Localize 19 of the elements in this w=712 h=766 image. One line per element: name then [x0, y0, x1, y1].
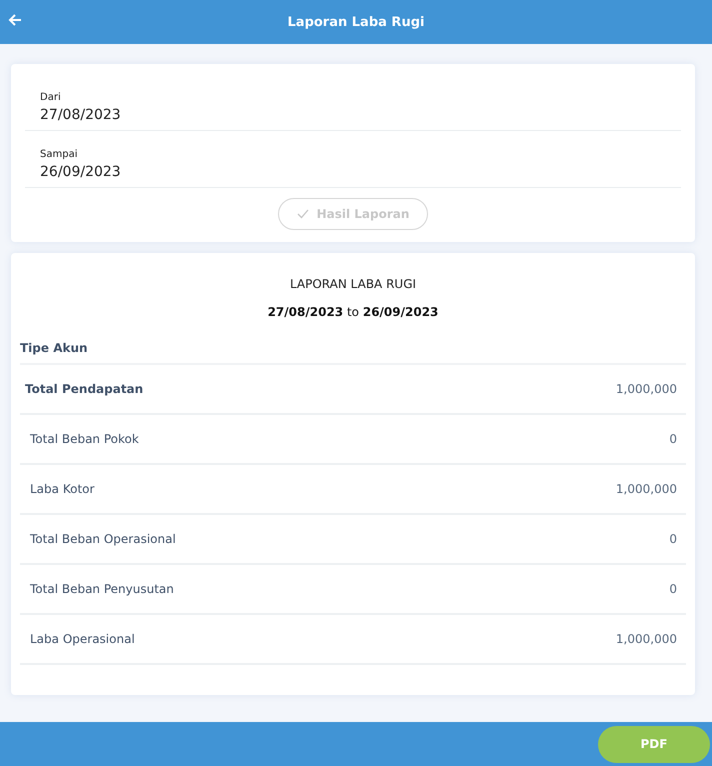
amount: 0 — [669, 532, 677, 546]
amount: 1,000,000 — [616, 382, 677, 396]
report-title: LAPORAN LABA RUGI — [288, 277, 418, 291]
amount: 1,000,000 — [616, 632, 677, 646]
account-name: Total Beban Operasional — [30, 532, 176, 546]
report-period: 27/08/2023 to 26/09/2023 — [266, 305, 440, 319]
page-title: Laporan Laba Rugi — [288, 14, 424, 30]
account-name: Total Pendapatan — [25, 382, 144, 396]
amount: 1,000,000 — [616, 482, 677, 496]
check-icon — [296, 209, 309, 219]
account-name: Total Beban Pokok — [30, 432, 139, 446]
account-name: Laba Operasional — [30, 632, 135, 646]
column-header: Tipe Akun — [20, 319, 686, 365]
date-field[interactable]: Sampai 26/09/2023 — [25, 131, 681, 188]
account-name: Laba Kotor — [30, 482, 94, 496]
account-name: Total Beban Penyusutan — [30, 582, 174, 596]
amount: 0 — [669, 432, 677, 446]
amount: 0 — [669, 582, 677, 596]
date-field[interactable]: Dari 27/08/2023 — [25, 74, 681, 131]
